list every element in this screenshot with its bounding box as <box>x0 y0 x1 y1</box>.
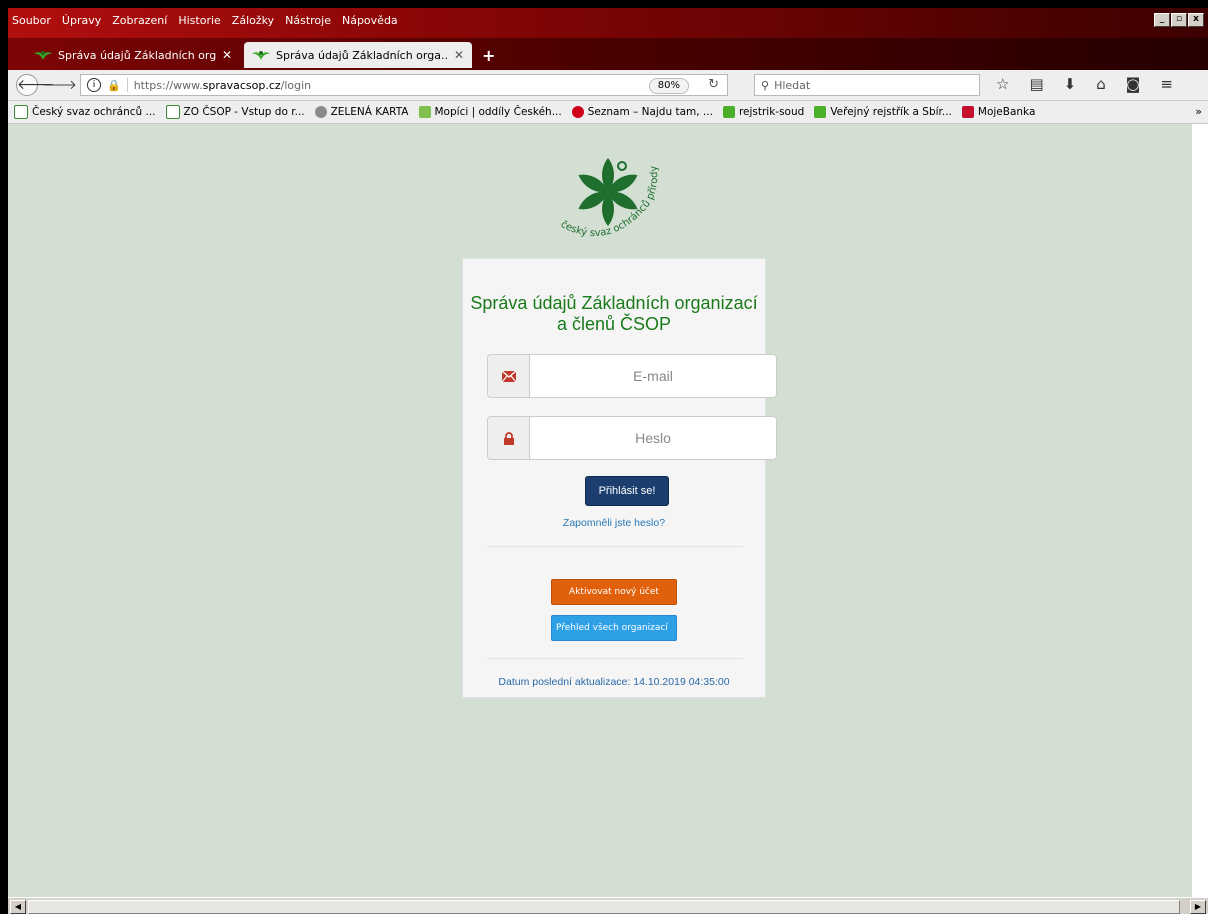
download-icon[interactable]: ⬇ <box>1064 75 1077 93</box>
vertical-scrollbar[interactable] <box>1192 124 1208 897</box>
new-tab-button[interactable]: + <box>482 46 495 65</box>
justice-icon <box>814 106 827 118</box>
browser-window: Soubor Úpravy Zobrazení Historie Záložky… <box>8 8 1208 914</box>
reload-icon[interactable]: ↻ <box>708 77 719 92</box>
bookmark-item[interactable]: Český svaz ochránců ... <box>14 105 156 119</box>
scroll-left-icon[interactable]: ◀ <box>10 900 26 914</box>
forgot-password-link[interactable]: Zapomněli jste heslo? <box>463 517 765 529</box>
csop-leaf-icon <box>165 105 180 119</box>
csop-logo: český svaz ochránců přírody <box>550 144 680 254</box>
back-arrow-icon[interactable]: 🡐 <box>16 74 55 96</box>
search-input[interactable]: ⚲ Hledat <box>754 74 980 96</box>
tab-2-active[interactable]: Správa údajů Základních orga... ✕ <box>244 42 472 68</box>
password-field[interactable] <box>529 416 777 460</box>
url-text[interactable]: https://www.spravacsop.cz/login <box>134 79 311 92</box>
scroll-thumb[interactable] <box>28 900 1180 914</box>
csop-leaf-icon <box>252 49 270 61</box>
pocket-icon[interactable]: ◙ <box>1126 75 1141 93</box>
bookmark-item[interactable]: Veřejný rejstřík a Sbír... <box>814 106 952 118</box>
organizations-overview-button[interactable]: Přehled všech organizací <box>551 615 677 641</box>
activate-account-button[interactable]: Aktivovat nový účet <box>551 579 677 605</box>
back-forward: 🡐 🡒 <box>16 74 77 96</box>
search-placeholder: Hledat <box>774 78 811 92</box>
menu-napoveda[interactable]: Nápověda <box>342 14 398 27</box>
close-window-button[interactable]: x <box>1188 13 1204 27</box>
menu-zobrazeni[interactable]: Zobrazení <box>112 14 167 27</box>
bank-icon <box>961 106 974 118</box>
navigation-bar: 🡐 🡒 i 🔒 https://www.spravacsop.cz/login … <box>8 70 1208 101</box>
hamburger-menu-icon[interactable]: ≡ <box>1160 75 1173 93</box>
bookmark-star-icon[interactable]: ☆ <box>996 75 1009 93</box>
bookmarks-toolbar: Český svaz ochránců ... ZO ČSOP - Vstup … <box>8 101 1208 124</box>
title-bar: Soubor Úpravy Zobrazení Historie Záložky… <box>8 8 1208 38</box>
menu-zalozky[interactable]: Záložky <box>232 14 274 27</box>
menu-bar: Soubor Úpravy Zobrazení Historie Záložky… <box>12 14 398 27</box>
tab-strip: Správa údajů Základních orga... ✕ Správa… <box>8 38 1208 70</box>
bird-icon <box>418 106 431 118</box>
menu-soubor[interactable]: Soubor <box>12 14 51 27</box>
lock-icon <box>487 416 530 460</box>
tab-1[interactable]: Správa údajů Základních orga... ✕ <box>26 42 240 68</box>
lock-icon[interactable]: 🔒 <box>107 79 121 92</box>
bookmark-item[interactable]: ZO ČSOP - Vstup do r... <box>165 105 305 119</box>
login-card: Správa údajů Základních organizací a čle… <box>462 258 777 698</box>
search-icon: ⚲ <box>761 78 770 92</box>
email-field-group <box>487 354 777 398</box>
envelope-icon <box>487 354 530 398</box>
close-icon[interactable]: ✕ <box>454 48 464 62</box>
divider <box>487 546 743 547</box>
page-content: český svaz ochránců přírody Správa údajů… <box>8 124 1192 897</box>
email-field[interactable] <box>529 354 777 398</box>
chevron-more-icon[interactable]: » <box>1195 105 1202 118</box>
divider <box>487 658 743 659</box>
home-icon[interactable]: ⌂ <box>1096 75 1106 93</box>
tab-title: Správa údajů Základních orga... <box>58 48 216 62</box>
globe-icon <box>314 106 327 118</box>
seznam-icon <box>571 106 584 118</box>
close-icon[interactable]: ✕ <box>222 48 232 62</box>
divider <box>126 78 128 92</box>
horizontal-scrollbar[interactable]: ◀ ▶ <box>8 897 1208 914</box>
forward-arrow-icon[interactable]: 🡒 <box>42 77 77 93</box>
menu-nastroje[interactable]: Nástroje <box>285 14 331 27</box>
page-title: Správa údajů Základních organizací a čle… <box>470 293 758 334</box>
bookmark-item[interactable]: MojeBanka <box>961 106 1035 118</box>
login-button[interactable]: Přihlásit se! <box>585 476 669 506</box>
info-icon[interactable]: i <box>87 78 101 92</box>
minimize-button[interactable]: _ <box>1154 13 1170 27</box>
window-controls: _ ▫ x <box>1154 13 1204 27</box>
menu-historie[interactable]: Historie <box>178 14 220 27</box>
bookmark-item[interactable]: rejstrik-soud <box>722 106 804 118</box>
reading-list-icon[interactable]: ▤ <box>1029 75 1043 93</box>
zoom-indicator[interactable]: 80% <box>648 78 689 94</box>
tab-title: Správa údajů Základních orga... <box>276 48 448 62</box>
restore-button[interactable]: ▫ <box>1171 13 1187 27</box>
password-field-group <box>487 416 777 460</box>
csop-leaf-icon <box>34 49 52 61</box>
scroll-right-icon[interactable]: ▶ <box>1190 900 1206 914</box>
menu-upravy[interactable]: Úpravy <box>62 14 101 27</box>
url-bar[interactable]: i 🔒 https://www.spravacsop.cz/login 80% … <box>80 74 728 96</box>
csop-leaf-icon <box>14 105 28 119</box>
justice-icon <box>722 106 735 118</box>
toolbar-icons: ☆ ▤ ⬇ ⌂ ◙ ≡ <box>996 75 1173 93</box>
bookmark-item[interactable]: ZELENÁ KARTA <box>314 106 409 118</box>
last-update-text: Datum poslední aktualizace: 14.10.2019 0… <box>498 676 730 688</box>
bookmark-item[interactable]: Mopíci | oddíly Českéh... <box>418 106 562 118</box>
bookmark-item[interactable]: Seznam – Najdu tam, ... <box>571 106 713 118</box>
